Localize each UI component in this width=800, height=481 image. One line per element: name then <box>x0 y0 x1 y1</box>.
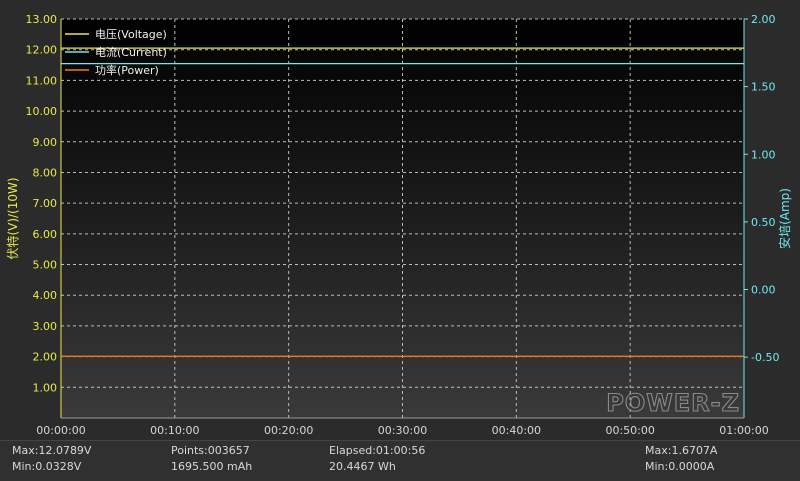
energy-wh: 20.4467 Wh <box>329 460 396 473</box>
x-tick-label: 00:10:00 <box>150 424 199 437</box>
y-left-tick-label: 4.00 <box>33 289 58 302</box>
y-left-tick-label: 6.00 <box>33 228 58 241</box>
max-current: Max:1.6707A <box>645 444 718 457</box>
x-tick-label: 00:30:00 <box>378 424 427 437</box>
x-tick-label: 01:00:00 <box>719 424 768 437</box>
x-tick-label: 00:00:00 <box>36 424 85 437</box>
y-left-tick-label: 3.00 <box>33 320 58 333</box>
min-voltage: Min:0.0328V <box>12 460 82 473</box>
y-left-tick-label: 2.00 <box>33 351 58 364</box>
chart: 00:00:00 00:10:00 00:20:00 00:30:00 00:40:00… <box>0 0 800 440</box>
y-right-tick-label: 0.00 <box>751 284 776 297</box>
y-right-tick-label: 2.00 <box>751 13 776 26</box>
y-right-tick-label: 1.50 <box>751 81 776 94</box>
y-left-tick-label: 11.00 <box>26 74 58 87</box>
y-left-axis-title: 伏特(V)/(10W) <box>5 177 20 259</box>
points-count: Points:003657 <box>171 444 250 457</box>
y-right-tick-label: 0.50 <box>751 216 776 229</box>
chart-svg: 00:00:00 00:10:00 00:20:00 00:30:00 00:40:00… <box>5 13 792 437</box>
max-voltage: Max:12.0789V <box>12 444 92 457</box>
y-right-axis-title: 安培(Amp) <box>777 188 792 249</box>
y-left-tick-label: 1.00 <box>33 381 58 394</box>
y-right-tick-label: 1.00 <box>751 148 776 161</box>
y-left-tick-label: 10.00 <box>26 105 58 118</box>
brand-watermark: POWER-Z <box>606 389 740 417</box>
x-tick-label: 00:40:00 <box>492 424 541 437</box>
y-left-tick-label: 9.00 <box>33 136 58 149</box>
elapsed-time: Elapsed:01:00:56 <box>329 444 426 457</box>
y-left-tick-label: 12.00 <box>26 44 58 57</box>
x-tick-label: 00:50:00 <box>605 424 654 437</box>
y-left-tick-label: 8.00 <box>33 166 58 179</box>
legend-label: 功率(Power) <box>95 63 159 77</box>
y-right-tick-label: -0.50 <box>751 351 779 364</box>
y-left-tick-label: 13.00 <box>26 13 58 26</box>
y-left-tick-label: 5.00 <box>33 259 58 272</box>
x-tick-label: 00:20:00 <box>264 424 313 437</box>
capacity-mah: 1695.500 mAh <box>171 460 253 473</box>
legend-label: 电流(Current) <box>95 45 167 59</box>
min-current: Min:0.0000A <box>645 460 715 473</box>
y-left-tick-label: 7.00 <box>33 197 58 210</box>
legend-label: 电压(Voltage) <box>95 28 167 41</box>
